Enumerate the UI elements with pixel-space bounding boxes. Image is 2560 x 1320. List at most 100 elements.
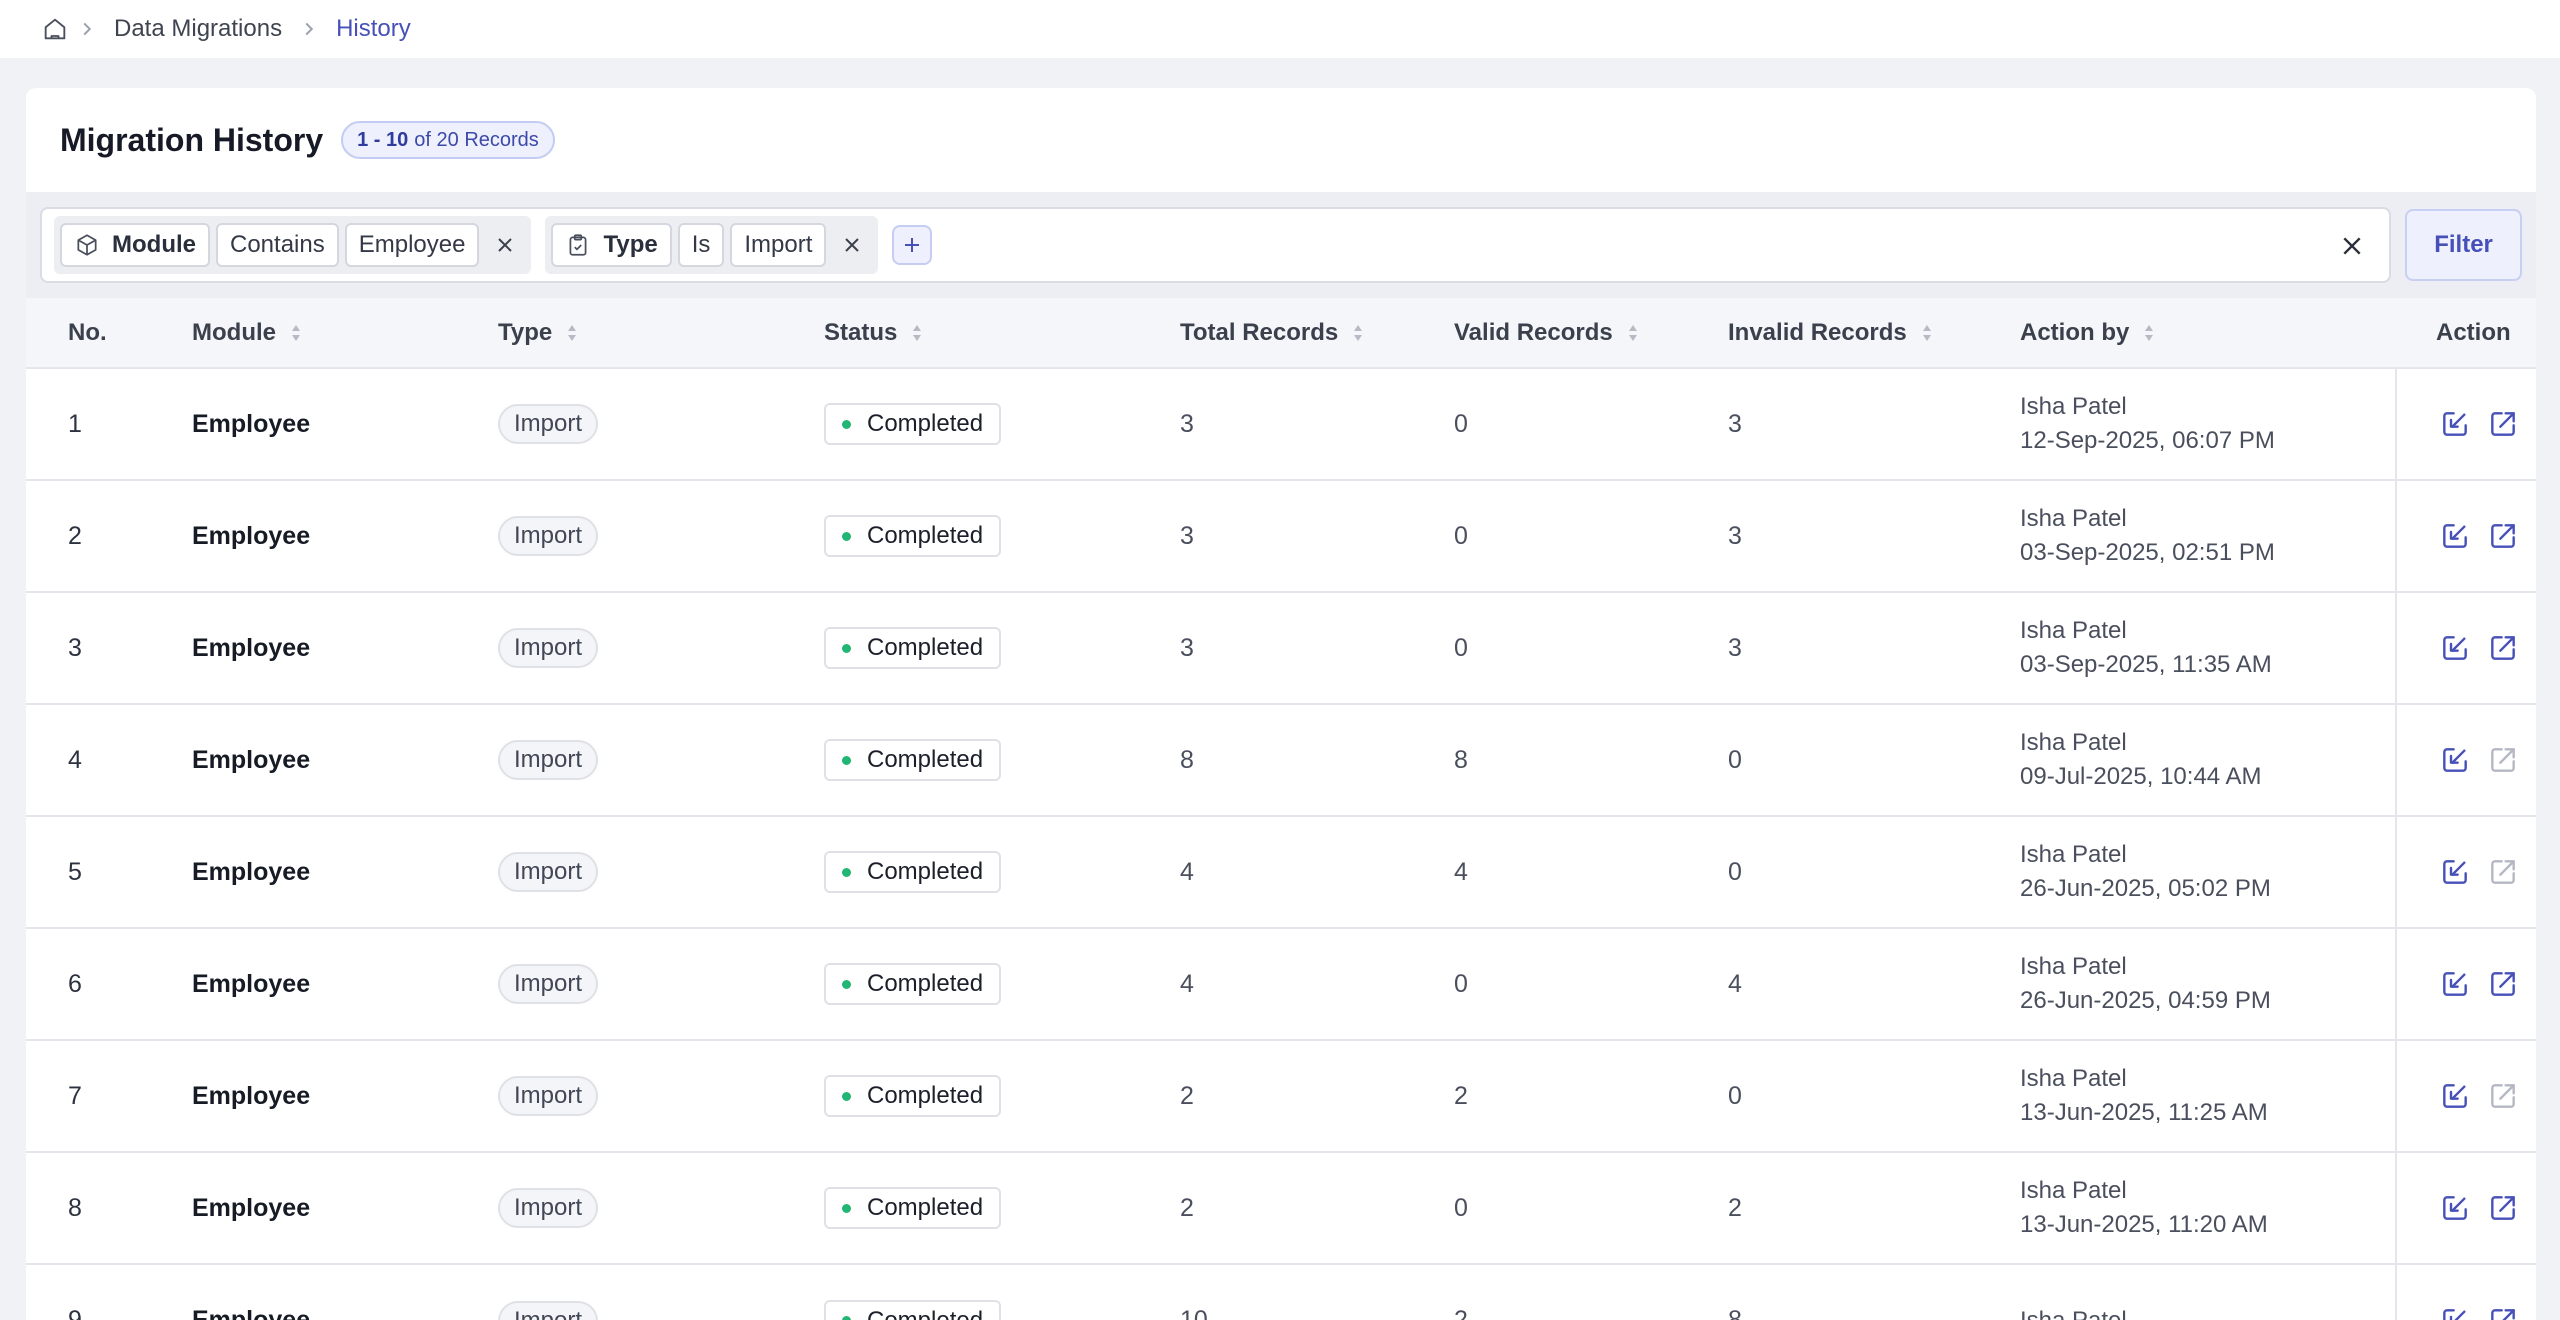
remove-filter-type-icon[interactable] [832, 223, 872, 267]
view-import-icon[interactable] [2437, 966, 2473, 1002]
action-by-name: Isha Patel [2020, 1177, 2127, 1204]
table-row[interactable]: 8 Employee Import Completed 2 0 2 Isha Patel 13-… [26, 1152, 2536, 1264]
open-external-icon[interactable] [2485, 406, 2521, 442]
remove-filter-module-icon[interactable] [485, 223, 525, 267]
column-header: Action [2396, 298, 2536, 368]
action-cell [2395, 1040, 2536, 1152]
view-import-icon[interactable] [2437, 854, 2473, 890]
table-row[interactable]: 5 Employee Import Completed 4 4 0 Isha Patel 26-… [26, 816, 2536, 928]
sort-icon[interactable] [1921, 323, 1933, 343]
view-import-icon[interactable] [2437, 518, 2473, 554]
status-badge: Completed [824, 739, 1002, 781]
table-header-row: No. Module Type Status Total Records Valid Re… [26, 298, 2536, 368]
column-header[interactable]: Status [824, 298, 1180, 368]
table-row[interactable]: 1 Employee Import Completed 3 0 3 Isha Patel 12-… [26, 368, 2536, 480]
valid-records-cell: 2 [1454, 1081, 1468, 1110]
view-import-icon[interactable] [2437, 1078, 2473, 1114]
sort-icon[interactable] [1352, 323, 1364, 343]
status-cell: Completed [824, 480, 1180, 592]
status-label: Completed [867, 634, 984, 661]
add-filter-button[interactable] [892, 225, 933, 265]
column-header[interactable]: Module [192, 298, 498, 368]
open-external-icon[interactable] [2485, 630, 2521, 666]
status-label: Completed [867, 410, 984, 437]
total-records-cell: 8 [1180, 745, 1194, 774]
column-header[interactable]: Action by [2020, 298, 2396, 368]
valid-records-cell: 2 [1454, 1306, 1468, 1320]
column-header[interactable]: Valid Records [1454, 298, 1728, 368]
filter-input-box[interactable]: Module Contains Employee Type Is Import [40, 207, 2392, 283]
table-row[interactable]: 2 Employee Import Completed 3 0 3 Isha Patel 03-… [26, 480, 2536, 592]
filter-field-label: Type [603, 231, 658, 258]
action-by-name: Isha Patel [2020, 1306, 2127, 1320]
invalid-records-cell: 2 [1728, 1193, 1742, 1222]
view-import-icon[interactable] [2437, 630, 2473, 666]
total-records-cell: 2 [1180, 1081, 1194, 1110]
type-cell: Import [498, 1152, 824, 1264]
type-badge: Import [498, 628, 599, 668]
record-range: 1 - 10 [357, 128, 409, 151]
status-badge: Completed [824, 1075, 1002, 1117]
view-import-icon[interactable] [2437, 1190, 2473, 1226]
status-badge: Completed [824, 515, 1002, 557]
invalid-records-cell: 0 [1728, 1081, 1742, 1110]
total-records-cell: 3 [1180, 521, 1194, 550]
status-badge: Completed [824, 1187, 1002, 1229]
sort-icon[interactable] [2143, 323, 2155, 343]
module-cell: Employee [192, 633, 311, 662]
invalid-records-cell: 3 [1728, 521, 1742, 550]
action-by-cell: Isha Patel 13-Jun-2025, 11:25 AM [2020, 1040, 2396, 1152]
type-cell: Import [498, 592, 824, 704]
open-external-icon[interactable] [2485, 518, 2521, 554]
clear-filters-icon[interactable] [2333, 227, 2371, 265]
home-icon[interactable] [38, 12, 72, 46]
row-number: 4 [68, 745, 82, 774]
breadcrumb-history[interactable]: History [324, 15, 423, 43]
cube-icon [74, 232, 100, 258]
filter-field-module[interactable]: Module [60, 223, 210, 267]
view-import-icon[interactable] [2437, 1303, 2473, 1320]
invalid-records-cell: 4 [1728, 969, 1742, 998]
invalid-records-cell: 0 [1728, 857, 1742, 886]
column-header-label: Action [2436, 318, 2511, 346]
filter-value-employee[interactable]: Employee [344, 223, 480, 267]
column-header[interactable]: Invalid Records [1728, 298, 2020, 368]
filter-operator-is[interactable]: Is [677, 223, 725, 267]
status-dot-icon [842, 867, 851, 877]
table-row[interactable]: 7 Employee Import Completed 2 2 0 Isha Patel 13-… [26, 1040, 2536, 1152]
status-dot-icon [842, 531, 851, 541]
breadcrumb-data-migrations[interactable]: Data Migrations [102, 15, 294, 43]
filter-button[interactable]: Filter [2405, 209, 2522, 281]
open-external-icon[interactable] [2485, 966, 2521, 1002]
column-header[interactable]: Type [498, 298, 824, 368]
table-row[interactable]: 4 Employee Import Completed 8 8 0 Isha Patel 09-… [26, 704, 2536, 816]
column-header-label: Module [192, 318, 276, 346]
view-import-icon[interactable] [2437, 742, 2473, 778]
status-badge: Completed [824, 851, 1002, 893]
card-header: Migration History 1 - 10 of 20 Records [26, 88, 2536, 192]
action-by-date: 26-Jun-2025, 04:59 PM [2020, 987, 2271, 1014]
column-header-label: Status [824, 318, 898, 346]
sort-icon[interactable] [1627, 323, 1639, 343]
action-by-name: Isha Patel [2020, 1065, 2127, 1092]
sort-icon[interactable] [290, 323, 302, 343]
column-header[interactable]: Total Records [1180, 298, 1454, 368]
open-external-icon [2485, 1078, 2521, 1114]
filter-value-import[interactable]: Import [730, 223, 827, 267]
table-row[interactable]: 3 Employee Import Completed 3 0 3 Isha Patel 03-… [26, 592, 2536, 704]
type-badge: Import [498, 1076, 599, 1116]
table-row[interactable]: 9 Employee Import Completed 10 2 8 Isha Patel [26, 1264, 2536, 1320]
open-external-icon[interactable] [2485, 1303, 2521, 1320]
filter-operator-contains[interactable]: Contains [216, 223, 339, 267]
sort-icon[interactable] [911, 323, 923, 343]
row-number: 2 [68, 521, 82, 550]
sort-icon[interactable] [566, 323, 578, 343]
open-external-icon[interactable] [2485, 1190, 2521, 1226]
open-external-icon [2485, 742, 2521, 778]
filter-field-type[interactable]: Type [551, 223, 672, 267]
table-row[interactable]: 6 Employee Import Completed 4 0 4 Isha Patel 26-… [26, 928, 2536, 1040]
action-by-date: 03-Sep-2025, 02:51 PM [2020, 539, 2275, 566]
open-external-icon [2485, 854, 2521, 890]
view-import-icon[interactable] [2437, 406, 2473, 442]
row-number: 8 [68, 1193, 82, 1222]
